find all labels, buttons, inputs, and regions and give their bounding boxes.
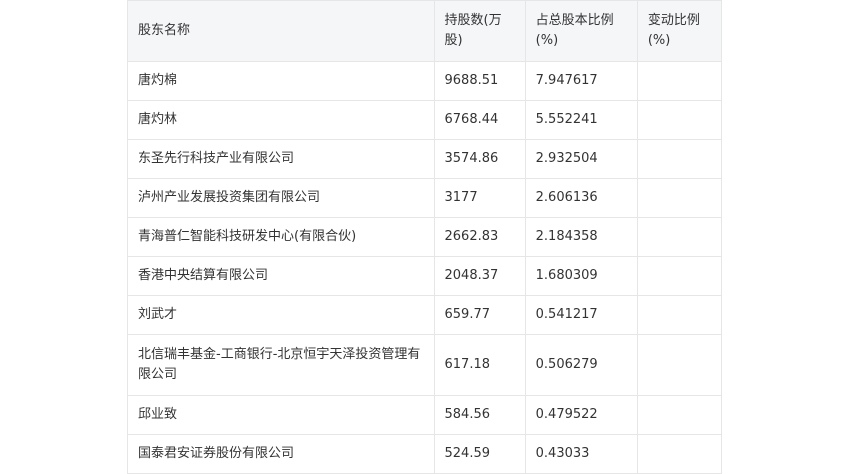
cell-shares-held: 3177	[433, 178, 526, 218]
cell-shares-held: 2662.83	[433, 217, 526, 257]
cell-share-ratio: 7.947617	[524, 61, 638, 101]
cell-shares-held: 584.56	[433, 395, 526, 435]
cell-shareholder-name: 唐灼林	[127, 100, 435, 140]
cell-share-ratio: 2.184358	[524, 217, 638, 257]
cell-share-ratio: 0.541217	[524, 295, 638, 335]
cell-shares-held: 6768.44	[433, 100, 526, 140]
table-row: 青海普仁智能科技研发中心(有限合伙) 2662.83 2.184358	[127, 217, 723, 257]
table-row: 东圣先行科技产业有限公司 3574.86 2.932504	[127, 139, 723, 179]
cell-shares-held: 9688.51	[433, 61, 526, 101]
cell-change-ratio	[636, 100, 723, 140]
cell-change-ratio	[636, 256, 723, 296]
cell-share-ratio: 2.932504	[524, 139, 638, 179]
cell-shares-held: 659.77	[433, 295, 526, 335]
cell-change-ratio	[636, 295, 723, 335]
cell-share-ratio: 0.43033	[524, 434, 638, 474]
table-row: 国泰君安证券股份有限公司 524.59 0.43033	[127, 434, 723, 474]
cell-change-ratio	[636, 434, 723, 474]
cell-shareholder-name: 北信瑞丰基金-工商银行-北京恒宇天泽投资管理有限公司	[127, 334, 435, 396]
table-row: 北信瑞丰基金-工商银行-北京恒宇天泽投资管理有限公司 617.18 0.5062…	[127, 334, 723, 396]
cell-shares-held: 3574.86	[433, 139, 526, 179]
cell-change-ratio	[636, 395, 723, 435]
table-row: 香港中央结算有限公司 2048.37 1.680309	[127, 256, 723, 296]
header-shares-held: 持股数(万股)	[433, 0, 526, 62]
cell-shareholder-name: 唐灼棉	[127, 61, 435, 101]
cell-change-ratio	[636, 178, 723, 218]
table-row: 唐灼林 6768.44 5.552241	[127, 100, 723, 140]
cell-shareholder-name: 邱业致	[127, 395, 435, 435]
table-body: 唐灼棉 9688.51 7.947617 唐灼林 6768.44 5.55224…	[127, 61, 723, 474]
cell-shareholder-name: 刘武才	[127, 295, 435, 335]
cell-change-ratio	[636, 61, 723, 101]
table-row: 刘武才 659.77 0.541217	[127, 295, 723, 335]
cell-share-ratio: 0.506279	[524, 334, 638, 396]
cell-change-ratio	[636, 334, 723, 396]
table-row: 唐灼棉 9688.51 7.947617	[127, 61, 723, 101]
shareholders-table: 股东名称 持股数(万股) 占总股本比例(%) 变动比例(%) 唐灼棉 9688.…	[127, 0, 723, 474]
cell-share-ratio: 2.606136	[524, 178, 638, 218]
cell-shareholder-name: 泸州产业发展投资集团有限公司	[127, 178, 435, 218]
cell-change-ratio	[636, 139, 723, 179]
header-share-ratio: 占总股本比例(%)	[524, 0, 638, 62]
cell-shares-held: 2048.37	[433, 256, 526, 296]
cell-shares-held: 524.59	[433, 434, 526, 474]
cell-share-ratio: 5.552241	[524, 100, 638, 140]
table-row: 邱业致 584.56 0.479522	[127, 395, 723, 435]
cell-shares-held: 617.18	[433, 334, 526, 396]
cell-share-ratio: 1.680309	[524, 256, 638, 296]
cell-shareholder-name: 国泰君安证券股份有限公司	[127, 434, 435, 474]
cell-shareholder-name: 东圣先行科技产业有限公司	[127, 139, 435, 179]
cell-share-ratio: 0.479522	[524, 395, 638, 435]
table-row: 泸州产业发展投资集团有限公司 3177 2.606136	[127, 178, 723, 218]
cell-shareholder-name: 香港中央结算有限公司	[127, 256, 435, 296]
header-shareholder-name: 股东名称	[127, 0, 435, 62]
cell-shareholder-name: 青海普仁智能科技研发中心(有限合伙)	[127, 217, 435, 257]
table-header: 股东名称 持股数(万股) 占总股本比例(%) 变动比例(%)	[127, 0, 723, 62]
header-change-ratio: 变动比例(%)	[636, 0, 723, 62]
cell-change-ratio	[636, 217, 723, 257]
header-row: 股东名称 持股数(万股) 占总股本比例(%) 变动比例(%)	[127, 0, 723, 62]
